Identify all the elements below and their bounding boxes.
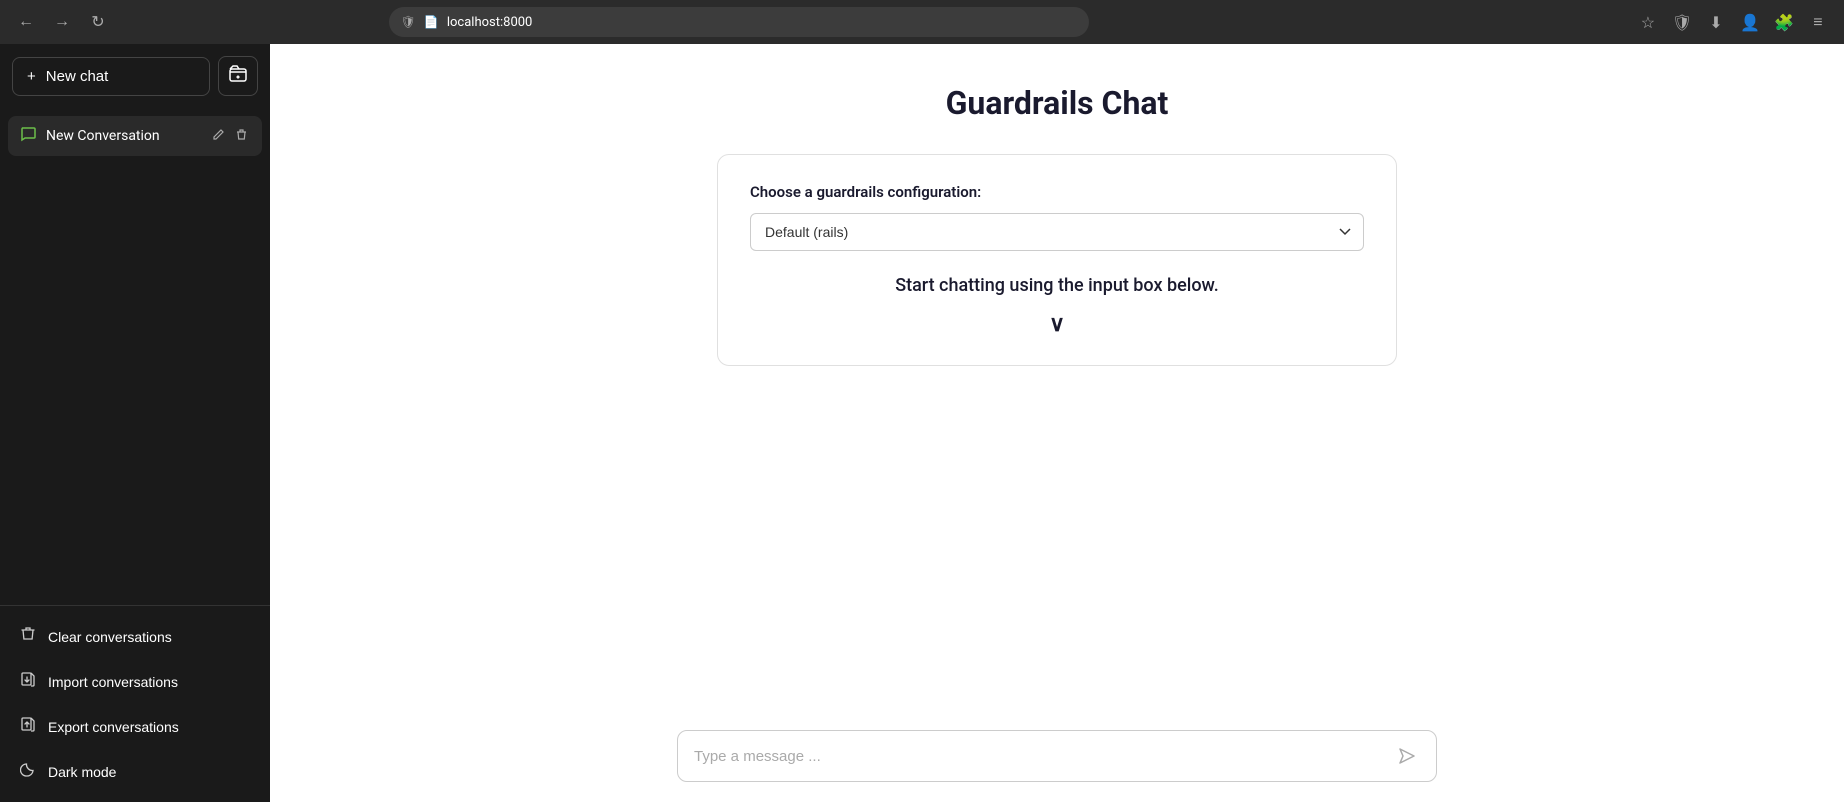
export-conversations-label: Export conversations [48,719,179,735]
sidebar-top: + New chat [0,44,270,108]
clear-conversations-label: Clear conversations [48,629,172,645]
conversation-item[interactable]: New Conversation [8,116,262,156]
conversation-label: New Conversation [46,128,200,144]
new-chat-button[interactable]: + New chat [12,57,210,96]
bookmark-star-icon[interactable]: ☆ [1634,8,1662,36]
chevron-down-icon: ∨ [750,312,1364,337]
profile-icon[interactable]: 👤 [1736,8,1764,36]
back-button[interactable]: ← [12,8,40,36]
send-button[interactable] [1394,743,1420,769]
chat-area: Guardrails Chat Choose a guardrails conf… [270,44,1844,714]
start-chatting-text: Start chatting using the input box below… [750,275,1364,296]
page-doc-icon: 📄 [424,15,439,29]
sidebar: + New chat [0,44,270,802]
security-shield-icon: 🛡 [401,15,416,29]
conversation-actions [210,126,250,146]
forward-button[interactable]: → [48,8,76,36]
delete-conversation-button[interactable] [233,126,250,146]
new-folder-icon [229,65,247,88]
import-conversations-label: Import conversations [48,674,178,690]
trash-icon [20,626,36,647]
guardrails-select[interactable]: Default (rails) Custom configuration No … [750,213,1364,251]
export-icon [20,716,36,737]
plus-icon: + [27,68,36,85]
new-folder-button[interactable] [218,56,258,96]
browser-right-actions: ☆ 🛡 ⬇ 👤 🧩 ≡ [1634,8,1832,36]
download-icon[interactable]: ⬇ [1702,8,1730,36]
edit-conversation-button[interactable] [210,126,227,146]
extensions-icon[interactable]: 🧩 [1770,8,1798,36]
import-conversations-button[interactable]: Import conversations [8,659,262,704]
message-input[interactable] [694,748,1384,765]
reload-button[interactable]: ↻ [84,8,112,36]
url-text: localhost:8000 [447,15,533,30]
import-icon [20,671,36,692]
clear-conversations-button[interactable]: Clear conversations [8,614,262,659]
new-chat-label: New chat [46,68,109,85]
conversations-list: New Conversation [0,108,270,605]
pocket-icon[interactable]: 🛡 [1668,8,1696,36]
dark-mode-button[interactable]: Dark mode [8,749,262,794]
main-content: Guardrails Chat Choose a guardrails conf… [270,44,1844,802]
moon-icon [20,761,36,782]
conversation-chat-icon [20,126,36,146]
app-container: + New chat [0,44,1844,802]
browser-chrome: ← → ↻ 🛡 📄 localhost:8000 ☆ 🛡 ⬇ 👤 🧩 ≡ [0,0,1844,44]
message-input-wrapper [677,730,1437,782]
export-conversations-button[interactable]: Export conversations [8,704,262,749]
guardrails-config-label: Choose a guardrails configuration: [750,183,1364,201]
sidebar-bottom: Clear conversations Import conversations [0,605,270,802]
page-title: Guardrails Chat [946,84,1169,122]
input-area [270,714,1844,802]
menu-icon[interactable]: ≡ [1804,8,1832,36]
dark-mode-label: Dark mode [48,764,116,780]
address-bar[interactable]: 🛡 📄 localhost:8000 [389,7,1089,37]
guardrails-card: Choose a guardrails configuration: Defau… [717,154,1397,366]
